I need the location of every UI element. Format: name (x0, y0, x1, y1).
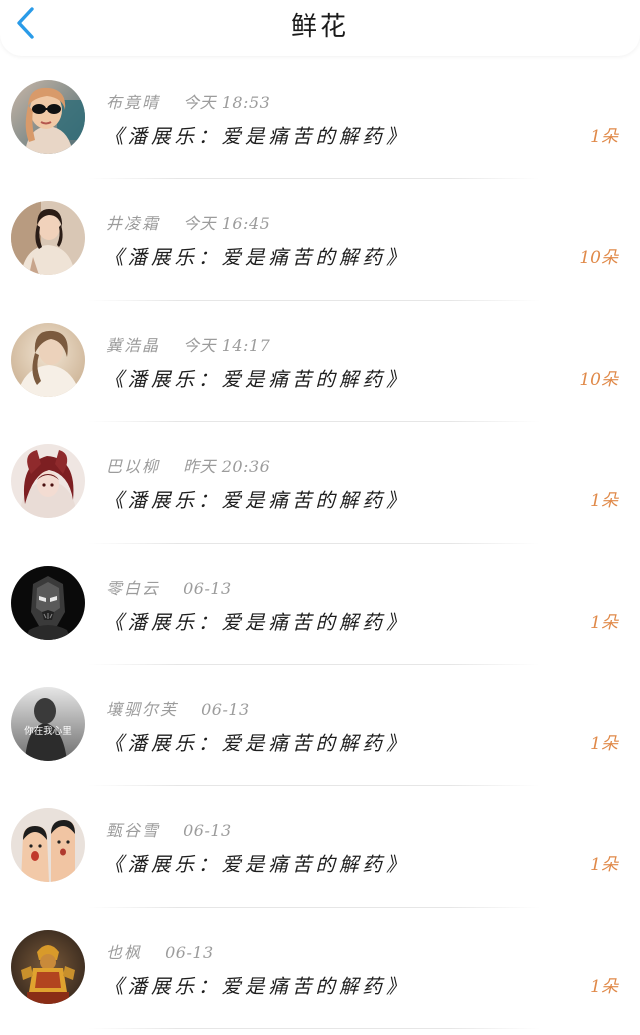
work-title[interactable]: 《潘展乐：爱是痛苦的解药》 (104, 120, 410, 149)
work-title[interactable]: 《潘展乐：爱是痛苦的解药》 (104, 727, 410, 756)
timestamp: 今天 16:45 (183, 214, 271, 234)
timestamp: 06-13 (183, 821, 232, 841)
flowers-page: 鲜花 布竟晴 今天 18:53 《潘展乐：爱是痛苦的解药》 1朵 井凌霜 今天 … (0, 0, 640, 1035)
avatar[interactable] (11, 80, 85, 154)
flower-count: 1朵 (590, 612, 618, 633)
list-item[interactable]: 布竟晴 今天 18:53 《潘展乐：爱是痛苦的解药》 1朵 (0, 58, 640, 180)
work-title[interactable]: 《潘展乐：爱是痛苦的解药》 (104, 484, 410, 513)
avatar[interactable]: 你在我心里 (11, 686, 85, 761)
page-title: 鲜花 (290, 12, 349, 42)
user-name[interactable]: 布竟晴 (106, 93, 160, 112)
user-name[interactable]: 巴以柳 (106, 457, 160, 476)
list-item[interactable]: 你在我心里 壤驷尔芙 06-13 《潘展乐：爱是痛苦的解药》 1朵 (0, 665, 640, 787)
flower-count: 1朵 (590, 491, 618, 512)
list-item[interactable]: 巴以柳 昨天 20:36 《潘展乐：爱是痛苦的解药》 1朵 (0, 422, 640, 544)
list-item[interactable]: 甄谷雪 06-13 《潘展乐：爱是痛苦的解药》 1朵 (0, 786, 640, 908)
timestamp: 06-13 (201, 699, 250, 719)
avatar[interactable] (11, 322, 85, 397)
work-title[interactable]: 《潘展乐：爱是痛苦的解药》 (104, 970, 410, 999)
avatar[interactable] (11, 201, 85, 276)
flower-count: 1朵 (590, 855, 618, 876)
flower-count: 10朵 (579, 369, 618, 390)
user-name[interactable]: 零白云 (106, 579, 160, 598)
user-name[interactable]: 井凌霜 (106, 214, 160, 233)
avatar[interactable] (11, 929, 85, 1004)
avatar-caption: 你在我心里 (24, 725, 72, 737)
timestamp: 06-13 (183, 578, 232, 598)
timestamp: 今天 14:17 (183, 335, 271, 355)
list-item[interactable]: 冀浩晶 今天 14:17 《潘展乐：爱是痛苦的解药》 10朵 (0, 301, 640, 423)
flower-count: 1朵 (590, 976, 618, 997)
list-item[interactable]: 零白云 06-13 《潘展乐：爱是痛苦的解药》 1朵 (0, 544, 640, 665)
divider (88, 1028, 540, 1030)
avatar[interactable] (11, 565, 85, 640)
work-title[interactable]: 《潘展乐：爱是痛苦的解药》 (104, 363, 410, 392)
flower-count: 1朵 (590, 733, 618, 754)
timestamp: 06-13 (165, 942, 214, 962)
timestamp: 今天 18:53 (183, 93, 271, 112)
work-title[interactable]: 《潘展乐：爱是痛苦的解药》 (104, 848, 410, 877)
work-title[interactable]: 《潘展乐：爱是痛苦的解药》 (104, 241, 410, 270)
list-item[interactable]: 也枫 06-13 《潘展乐：爱是痛苦的解药》 1朵 (0, 908, 640, 1030)
list-item[interactable]: 井凌霜 今天 16:45 《潘展乐：爱是痛苦的解药》 10朵 (0, 179, 640, 301)
user-name[interactable]: 也枫 (106, 943, 142, 962)
user-name[interactable]: 甄谷雪 (106, 821, 160, 840)
user-name[interactable]: 壤驷尔芙 (106, 700, 178, 719)
user-name[interactable]: 冀浩晶 (106, 336, 160, 355)
avatar[interactable] (11, 808, 85, 883)
flower-count: 10朵 (579, 248, 618, 269)
flower-count: 1朵 (590, 127, 618, 147)
flower-list: 布竟晴 今天 18:53 《潘展乐：爱是痛苦的解药》 1朵 井凌霜 今天 16:… (0, 58, 640, 1030)
avatar[interactable] (11, 444, 85, 519)
work-title[interactable]: 《潘展乐：爱是痛苦的解药》 (104, 606, 410, 635)
top-bar: 鲜花 (0, 0, 640, 56)
timestamp: 昨天 20:36 (183, 457, 271, 477)
